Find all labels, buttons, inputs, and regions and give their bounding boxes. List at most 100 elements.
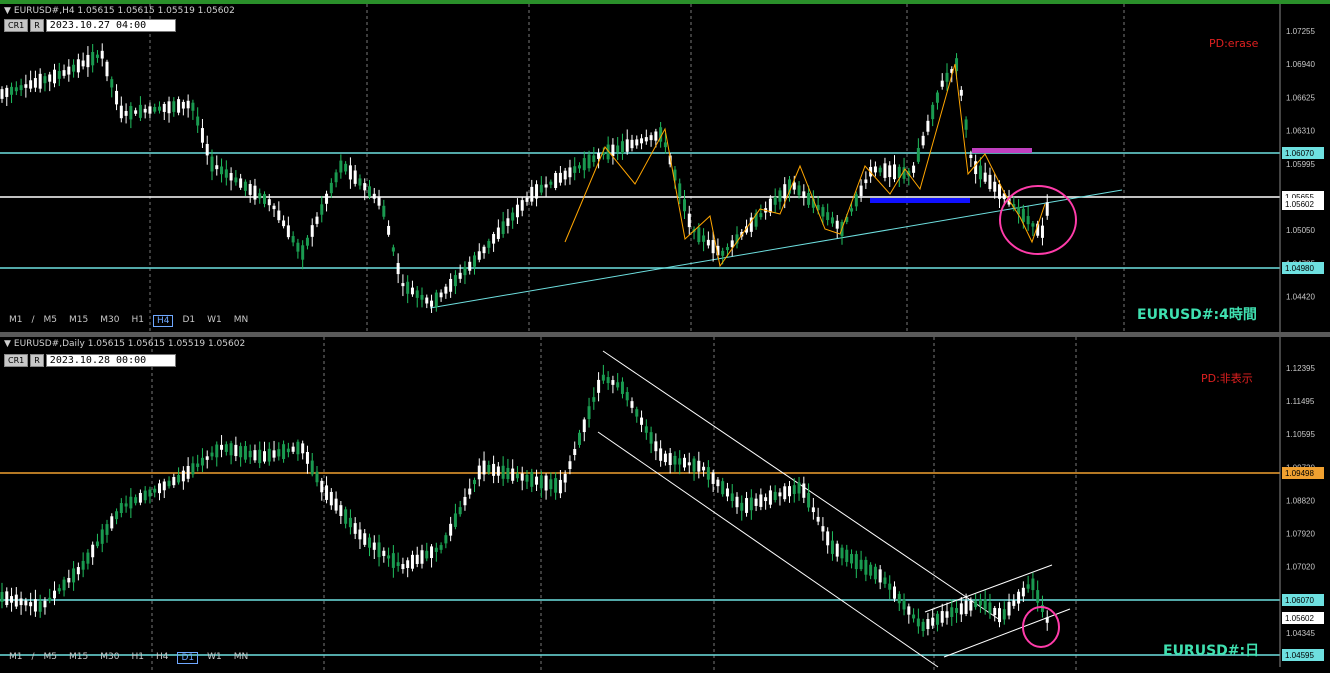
candle-body	[535, 476, 539, 485]
collapse-triangle-icon[interactable]: ▼	[4, 6, 11, 16]
candle-body	[620, 141, 624, 154]
tf-button-h1[interactable]: H1	[128, 315, 147, 327]
candle-body	[873, 566, 877, 580]
candle-body	[1026, 216, 1030, 225]
chart-title: EURUSD#:4時間	[1137, 307, 1257, 323]
candle-body	[29, 80, 33, 89]
h4-chart-canvas[interactable]: 1.072551.069401.066251.063101.059951.053…	[0, 4, 1330, 332]
tf-button-w1[interactable]: W1	[204, 315, 225, 327]
tf-button-m15[interactable]: M15	[66, 652, 91, 664]
candle-body	[81, 560, 85, 570]
candle-body	[0, 592, 4, 602]
date-input[interactable]: 2023.10.27 04:00	[45, 19, 176, 32]
candle-body	[181, 470, 185, 482]
candle-body	[33, 78, 37, 88]
tf-button-m30[interactable]: M30	[97, 652, 122, 664]
tf-button-m5[interactable]: M5	[41, 652, 61, 664]
candle-body	[773, 196, 777, 205]
candle-body	[124, 503, 128, 507]
candle-body	[515, 204, 519, 218]
candle-body	[740, 502, 744, 511]
tf-button-m1[interactable]: M1	[6, 315, 26, 327]
tf-button-m30[interactable]: M30	[97, 315, 122, 327]
daily-chart-canvas[interactable]: 1.123951.114951.105951.097201.088201.079…	[0, 337, 1330, 673]
tf-button-h4[interactable]: H4	[153, 652, 172, 664]
candle-body	[878, 167, 882, 173]
candle-body	[229, 173, 233, 181]
candle-body	[10, 86, 14, 95]
tf-button-m15[interactable]: M15	[66, 315, 91, 327]
candle-body	[802, 191, 806, 198]
candle-body	[592, 155, 596, 162]
candle-body	[854, 554, 858, 570]
candle-body	[916, 618, 920, 627]
candle-body	[492, 234, 496, 244]
tf-button-w1[interactable]: W1	[204, 652, 225, 664]
candle-body	[382, 550, 386, 556]
candle-body	[921, 135, 925, 146]
h4-chart-pane[interactable]: 1.072551.069401.066251.063101.059951.053…	[0, 0, 1330, 332]
candle-body	[353, 170, 357, 184]
candle-body	[597, 152, 601, 159]
candle-body	[558, 479, 562, 494]
candle-body	[807, 193, 811, 205]
collapse-triangle-icon[interactable]: ▼	[4, 339, 11, 349]
candle-body	[988, 602, 992, 614]
tf-button-mn[interactable]: MN	[231, 315, 252, 327]
tf-button-h1[interactable]: H1	[128, 652, 147, 664]
r-button[interactable]: R	[30, 19, 44, 32]
tf-button-h4[interactable]: H4	[152, 315, 174, 327]
candle-body	[530, 186, 534, 202]
daily-chart-pane[interactable]: 1.123951.114951.105951.097201.088201.079…	[0, 337, 1330, 673]
price-tag-label: 1.05602	[1285, 200, 1314, 209]
candle-body	[788, 486, 791, 497]
candle-body	[869, 564, 873, 576]
cr1-button[interactable]: CR1	[4, 354, 29, 367]
candle-body	[630, 139, 634, 149]
r-button[interactable]: R	[30, 354, 44, 367]
candle-body	[296, 242, 300, 252]
candle-body	[105, 61, 109, 77]
zigzag-line	[564, 63, 1046, 268]
candle-body	[67, 577, 71, 583]
candle-body	[425, 297, 429, 304]
candle-body	[959, 89, 963, 96]
candle-body	[129, 496, 133, 509]
candle-body	[515, 473, 519, 479]
tf-button-d1[interactable]: D1	[177, 652, 199, 664]
daily-chart-header: ▼ EURUSD#,Daily 1.05615 1.05615 1.05519 1…	[4, 339, 245, 349]
candle-body	[57, 70, 61, 79]
candle-body	[363, 533, 367, 545]
tf-separator: /	[31, 652, 35, 662]
price-tick-label: 1.04420	[1286, 293, 1315, 302]
candle-body	[477, 251, 481, 260]
tf-button-mn[interactable]: MN	[231, 652, 252, 664]
candle-body	[110, 516, 114, 529]
date-input[interactable]: 2023.10.28 00:00	[45, 354, 176, 367]
tf-button-m1[interactable]: M1	[6, 652, 26, 664]
tf-button-m5[interactable]: M5	[41, 315, 61, 327]
candle-body	[19, 85, 23, 91]
candle-body	[353, 523, 357, 534]
candle-body	[1026, 584, 1030, 589]
cr1-button[interactable]: CR1	[4, 19, 29, 32]
candle-body	[248, 450, 252, 458]
candle-body	[239, 446, 243, 458]
candle-body	[167, 480, 171, 487]
candle-body	[162, 103, 166, 112]
candle-body	[625, 139, 629, 152]
candle-body	[196, 463, 200, 467]
candle-body	[444, 286, 448, 294]
candle-body	[401, 283, 405, 287]
daily-header-text: EURUSD#,Daily 1.05615 1.05615 1.05519 1.…	[13, 339, 246, 349]
price-tick-label: 1.06625	[1286, 93, 1315, 102]
candle-body	[272, 450, 276, 458]
candle-body	[124, 110, 128, 116]
channel-lower-line	[597, 431, 939, 668]
candle-body	[587, 406, 591, 420]
candle-body	[143, 490, 147, 501]
highlight-ellipse	[999, 185, 1077, 255]
candle-body	[683, 199, 686, 212]
pd-label: PD:非表示	[1201, 372, 1253, 385]
tf-button-d1[interactable]: D1	[179, 315, 198, 327]
